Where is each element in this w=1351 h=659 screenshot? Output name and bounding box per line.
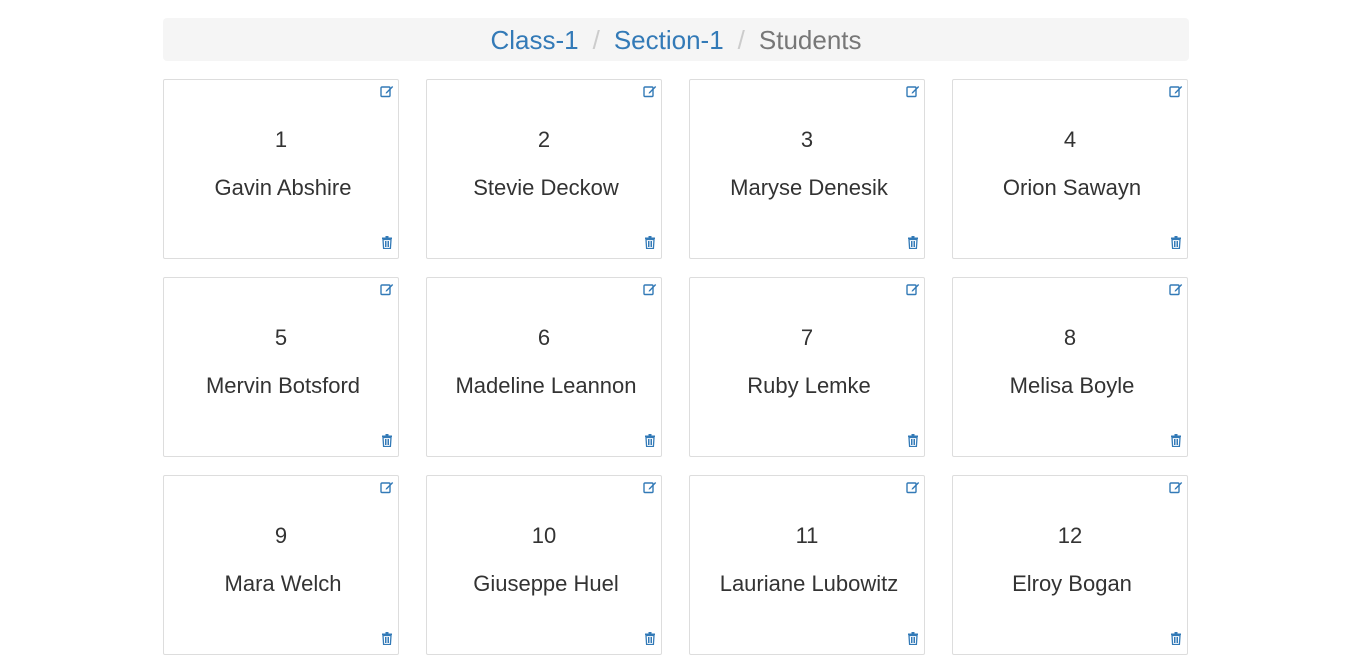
- trash-icon[interactable]: [381, 236, 393, 249]
- student-number: 7: [800, 325, 814, 350]
- trash-icon[interactable]: [644, 632, 656, 645]
- student-name: Lauriane Lubowitz: [719, 571, 899, 596]
- trash-icon[interactable]: [644, 434, 656, 447]
- student-number: 9: [274, 523, 288, 548]
- student-card[interactable]: 7 Ruby Lemke: [689, 277, 925, 457]
- student-card[interactable]: 12 Elroy Bogan: [952, 475, 1188, 655]
- student-card[interactable]: 3 Maryse Denesik: [689, 79, 925, 259]
- student-name: Maryse Denesik: [730, 175, 888, 200]
- student-grid: 1 Gavin Abshire 2 Stevie Deckow 3 Maryse…: [163, 79, 1189, 655]
- student-name: Madeline Leannon: [455, 373, 637, 398]
- trash-icon[interactable]: [1170, 434, 1182, 447]
- student-name: Melisa Boyle: [1009, 373, 1135, 398]
- trash-icon[interactable]: [381, 632, 393, 645]
- student-number: 6: [537, 325, 551, 350]
- student-card[interactable]: 11 Lauriane Lubowitz: [689, 475, 925, 655]
- student-number: 11: [795, 523, 819, 548]
- breadcrumb-separator: /: [737, 24, 745, 55]
- breadcrumb-separator: /: [592, 24, 600, 55]
- student-card[interactable]: 10 Giuseppe Huel: [426, 475, 662, 655]
- student-number: 4: [1063, 127, 1077, 152]
- student-number: 12: [1057, 523, 1083, 548]
- student-card[interactable]: 4 Orion Sawayn: [952, 79, 1188, 259]
- student-number: 10: [531, 523, 557, 548]
- student-name: Giuseppe Huel: [473, 571, 619, 596]
- student-number: 8: [1063, 325, 1077, 350]
- student-name: Stevie Deckow: [473, 175, 619, 200]
- edit-icon[interactable]: [906, 84, 920, 98]
- trash-icon[interactable]: [644, 236, 656, 249]
- breadcrumb-class-link[interactable]: Class-1: [490, 27, 578, 53]
- student-card[interactable]: 8 Melisa Boyle: [952, 277, 1188, 457]
- student-card[interactable]: 6 Madeline Leannon: [426, 277, 662, 457]
- edit-icon[interactable]: [906, 480, 920, 494]
- student-number: 2: [537, 127, 551, 152]
- edit-icon[interactable]: [380, 480, 394, 494]
- edit-icon[interactable]: [1169, 282, 1183, 296]
- edit-icon[interactable]: [906, 282, 920, 296]
- student-number: 5: [274, 325, 288, 350]
- student-name: Mara Welch: [224, 571, 342, 596]
- student-number: 1: [274, 127, 288, 152]
- student-card[interactable]: 9 Mara Welch: [163, 475, 399, 655]
- student-name: Orion Sawayn: [1002, 175, 1142, 200]
- edit-icon[interactable]: [380, 282, 394, 296]
- breadcrumb: Class-1 / Section-1 / Students: [163, 18, 1189, 61]
- trash-icon[interactable]: [907, 236, 919, 249]
- edit-icon[interactable]: [643, 480, 657, 494]
- trash-icon[interactable]: [381, 434, 393, 447]
- edit-icon[interactable]: [643, 84, 657, 98]
- student-name: Elroy Bogan: [1012, 571, 1132, 596]
- trash-icon[interactable]: [1170, 632, 1182, 645]
- breadcrumb-section-link[interactable]: Section-1: [614, 27, 724, 53]
- trash-icon[interactable]: [907, 632, 919, 645]
- student-name: Mervin Botsford: [205, 373, 361, 398]
- student-name: Ruby Lemke: [747, 373, 871, 398]
- student-card[interactable]: 2 Stevie Deckow: [426, 79, 662, 259]
- edit-icon[interactable]: [643, 282, 657, 296]
- student-card[interactable]: 5 Mervin Botsford: [163, 277, 399, 457]
- student-name: Gavin Abshire: [214, 175, 352, 200]
- edit-icon[interactable]: [1169, 480, 1183, 494]
- edit-icon[interactable]: [1169, 84, 1183, 98]
- trash-icon[interactable]: [1170, 236, 1182, 249]
- trash-icon[interactable]: [907, 434, 919, 447]
- edit-icon[interactable]: [380, 84, 394, 98]
- page-container: Class-1 / Section-1 / Students 1 Gavin A…: [163, 18, 1189, 655]
- breadcrumb-current: Students: [758, 24, 862, 55]
- student-number: 3: [800, 127, 814, 152]
- student-card[interactable]: 1 Gavin Abshire: [163, 79, 399, 259]
